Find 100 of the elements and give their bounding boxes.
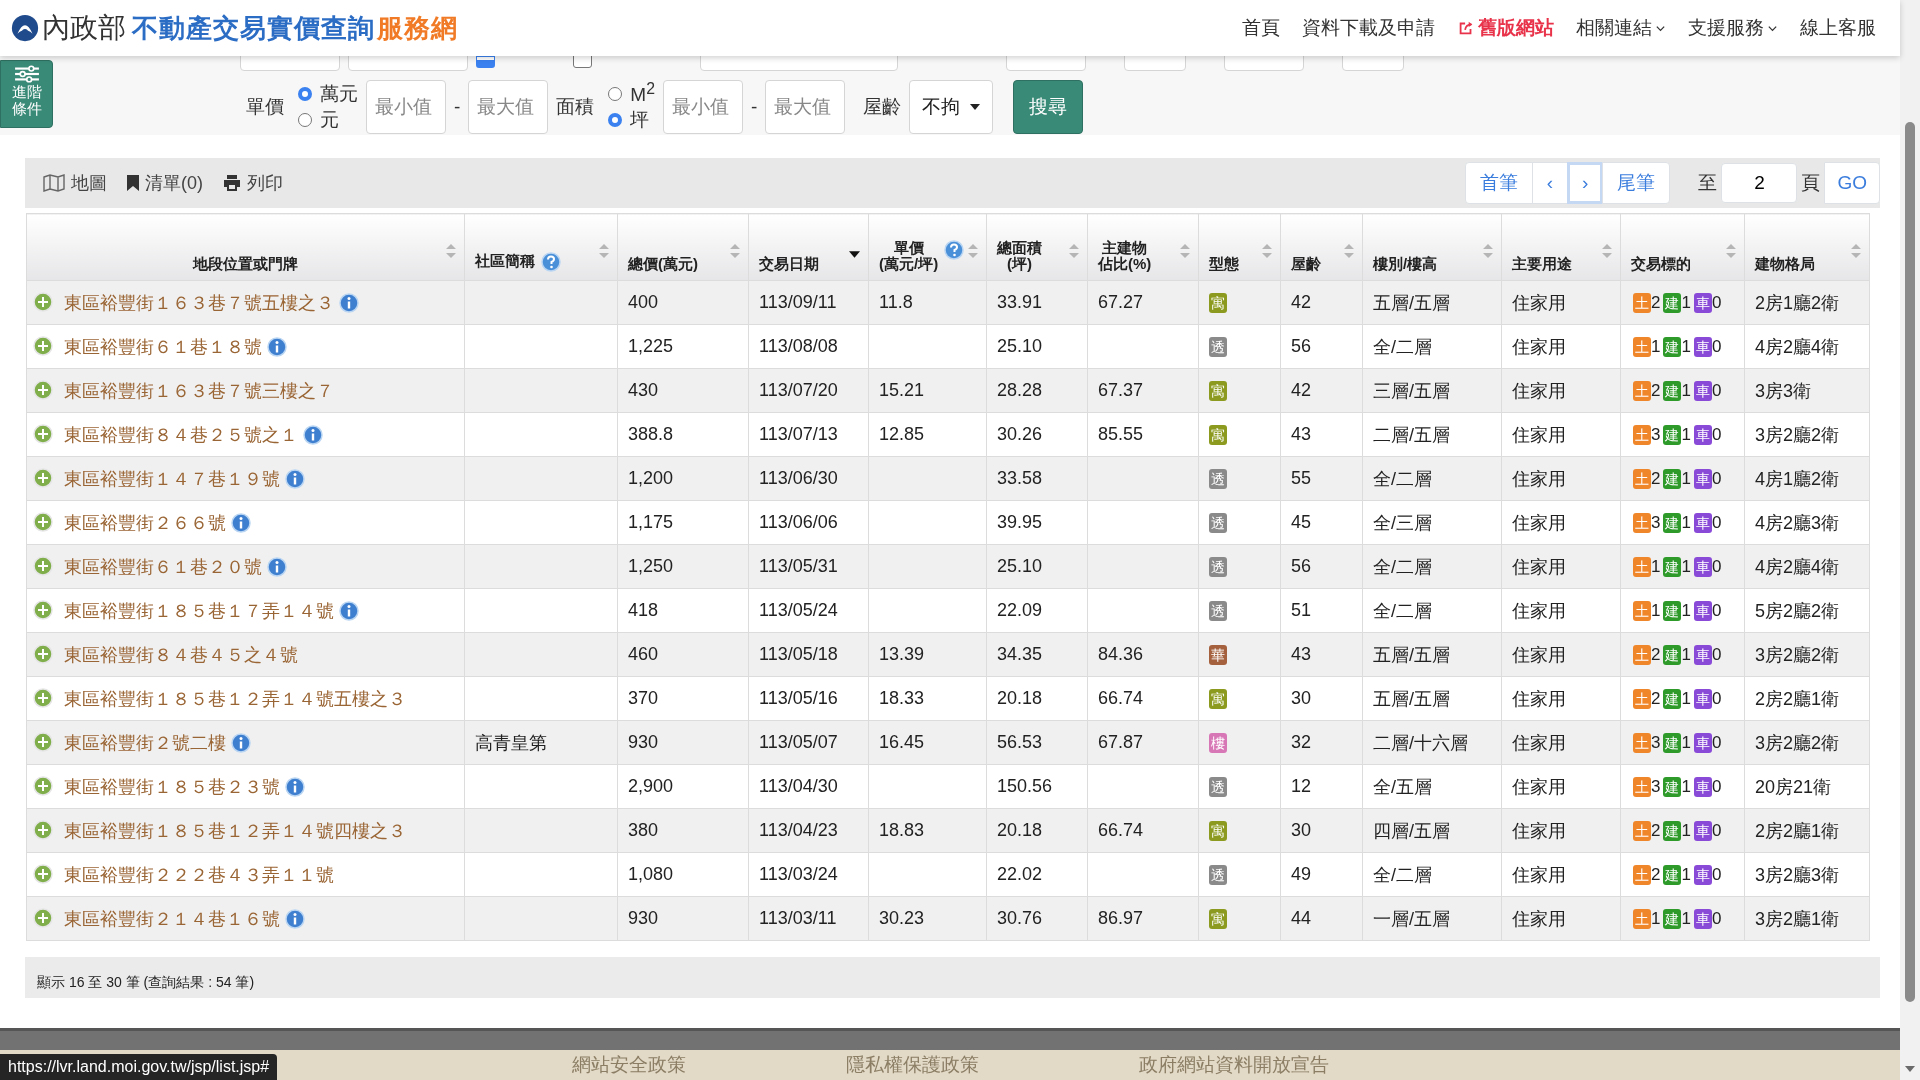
sort-descending-icon[interactable] xyxy=(849,251,860,258)
table-cell: 高青皇第 xyxy=(475,732,547,753)
info-icon[interactable] xyxy=(339,600,360,621)
nav-link[interactable]: 資料下載及申請 xyxy=(1302,15,1435,41)
toolbar-button[interactable]: 地圖 xyxy=(43,171,107,195)
nav-dropdown[interactable]: 支援服務 xyxy=(1688,15,1778,41)
expand-icon[interactable] xyxy=(33,819,53,840)
expand-icon[interactable] xyxy=(33,731,53,752)
column-header[interactable]: 交易標的 xyxy=(1631,256,1691,272)
sort-icon[interactable] xyxy=(1344,244,1354,258)
max-field[interactable]: 最大值 xyxy=(468,79,549,134)
nav-dropdown[interactable]: 相關連結 xyxy=(1576,15,1666,41)
expand-icon[interactable] xyxy=(33,599,53,620)
sort-icon[interactable] xyxy=(1483,244,1493,258)
column-header[interactable]: 樓別/樓高 xyxy=(1373,256,1438,272)
expand-icon[interactable] xyxy=(33,291,53,312)
address-link[interactable]: 東區裕豐街２６６號 xyxy=(64,512,226,533)
info-icon[interactable] xyxy=(303,424,324,445)
sort-icon[interactable] xyxy=(1851,244,1861,258)
go-button[interactable]: GO xyxy=(1824,162,1880,204)
expand-icon[interactable] xyxy=(33,555,53,576)
expand-icon[interactable] xyxy=(33,863,53,884)
nav-link[interactable]: 首頁 xyxy=(1242,15,1280,41)
expand-icon[interactable] xyxy=(33,511,53,532)
table-cell: 51 xyxy=(1291,600,1312,620)
target-badge: 車 xyxy=(1693,689,1712,709)
table-cell: 3房2廳3衛 xyxy=(1755,864,1840,885)
pagination-button[interactable]: 尾筆 xyxy=(1602,162,1671,204)
goto-label: 至 xyxy=(1698,171,1718,195)
table-cell: 113/03/11 xyxy=(759,908,837,928)
expand-icon[interactable] xyxy=(33,643,53,664)
target-count: 1 xyxy=(1681,513,1691,532)
min-field[interactable]: 最小值 xyxy=(662,79,743,134)
table-cell: 1,175 xyxy=(628,512,674,532)
scroll-down-arrow-icon[interactable] xyxy=(1905,1066,1915,1072)
sort-icon[interactable] xyxy=(446,244,456,258)
expand-icon[interactable] xyxy=(33,423,53,444)
table-cell: 1,080 xyxy=(628,864,674,884)
info-icon[interactable] xyxy=(285,776,306,797)
sort-icon[interactable] xyxy=(1180,244,1190,258)
pagination-button[interactable]: › xyxy=(1567,162,1604,204)
radio-button[interactable] xyxy=(608,112,623,127)
expand-icon[interactable] xyxy=(33,379,53,400)
info-icon[interactable] xyxy=(231,732,252,753)
radio-button[interactable] xyxy=(608,86,623,101)
age-dropdown[interactable]: 不拘 xyxy=(909,79,994,134)
help-icon[interactable] xyxy=(541,252,562,272)
advanced-filter-button[interactable]: 進階條件 xyxy=(0,60,53,128)
expand-icon[interactable] xyxy=(33,907,53,928)
footer-link[interactable]: 政府網站資料開放宣告 xyxy=(1139,1052,1329,1078)
footer-link[interactable]: 隱私權保護政策 xyxy=(846,1052,979,1078)
expand-icon[interactable] xyxy=(33,467,53,488)
column-header[interactable]: 型態 xyxy=(1209,256,1239,272)
column-header[interactable]: 交易日期 xyxy=(759,256,819,272)
sort-icon[interactable] xyxy=(1602,244,1612,258)
help-icon[interactable] xyxy=(944,240,965,260)
pagination-button[interactable]: 首筆 xyxy=(1464,162,1533,204)
filter-label: 屋齡 xyxy=(863,94,902,119)
target-count: 2 xyxy=(1651,689,1661,708)
max-field[interactable]: 最大值 xyxy=(765,79,846,134)
page-field[interactable]: 2 xyxy=(1721,163,1798,203)
table-cell: 3房2廳1衛 xyxy=(1755,908,1840,929)
expand-icon[interactable] xyxy=(33,775,53,796)
column-header[interactable]: 地段位置或門牌 xyxy=(193,256,298,272)
footer-link[interactable]: 網站安全政策 xyxy=(572,1052,686,1078)
sort-icon[interactable] xyxy=(730,244,740,258)
expand-icon[interactable] xyxy=(33,335,53,356)
sort-icon[interactable] xyxy=(1069,244,1079,258)
range-dash: - xyxy=(750,95,758,118)
radio-button[interactable] xyxy=(298,112,312,127)
info-icon[interactable] xyxy=(339,292,360,313)
table-cell: 3房3衛 xyxy=(1755,380,1812,401)
scrollbar[interactable] xyxy=(1900,0,1920,1080)
sort-icon[interactable] xyxy=(599,244,609,258)
type-badge: 寓 xyxy=(1209,293,1227,313)
table-cell: 11.8 xyxy=(879,292,913,312)
search-button[interactable]: 搜尋 xyxy=(1013,79,1084,134)
address-link[interactable]: 東區裕豐街２號二樓 xyxy=(64,732,226,753)
column-header[interactable]: 建物格局 xyxy=(1755,256,1815,272)
column-header[interactable]: 社區簡稱 xyxy=(475,253,535,269)
sort-icon[interactable] xyxy=(1726,244,1736,258)
column-header[interactable]: 屋齡 xyxy=(1291,256,1321,272)
toolbar-button[interactable]: 列印 xyxy=(223,171,283,195)
sort-icon[interactable] xyxy=(1262,244,1272,258)
radio-button[interactable] xyxy=(298,86,312,101)
expand-icon[interactable] xyxy=(33,687,53,708)
toolbar-button[interactable]: 清單(0) xyxy=(127,171,203,195)
column-header[interactable]: 主要用途 xyxy=(1512,256,1572,272)
info-icon[interactable] xyxy=(267,336,288,357)
info-icon[interactable] xyxy=(267,556,288,577)
nav-link[interactable]: 線上客服 xyxy=(1800,15,1876,41)
info-icon[interactable] xyxy=(231,512,252,533)
min-field[interactable]: 最小值 xyxy=(366,79,446,134)
column-header[interactable]: 總價(萬元) xyxy=(628,256,698,272)
table-cell: 400 xyxy=(628,292,659,312)
sort-icon[interactable] xyxy=(968,244,978,258)
nav-link[interactable]: 舊版網站 xyxy=(1457,15,1554,41)
info-icon[interactable] xyxy=(285,468,306,489)
target-badge: 土 xyxy=(1633,689,1651,709)
info-icon[interactable] xyxy=(285,908,306,929)
